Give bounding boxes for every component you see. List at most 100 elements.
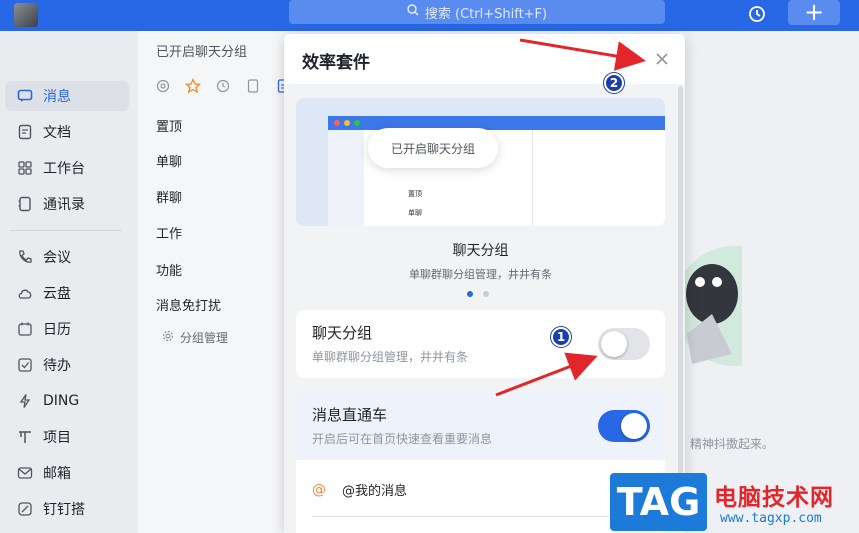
mention-label: @我的消息 <box>342 484 408 499</box>
mock-row: 单聊 <box>408 209 422 217</box>
gear-icon <box>162 330 174 345</box>
chat-group-toggle[interactable] <box>598 328 650 360</box>
plus-button[interactable]: + <box>788 0 840 25</box>
history-icon[interactable] <box>747 4 767 24</box>
sidebar-item-label: 会议 <box>43 250 71 266</box>
sidebar-item-label: 工作台 <box>43 161 85 177</box>
at-icon: @ <box>312 481 326 498</box>
group-item[interactable]: 功能 <box>156 260 182 279</box>
sidebar-item-ding[interactable]: DING <box>5 386 129 416</box>
filter-icons <box>154 77 292 95</box>
group-manage-button[interactable]: 分组管理 <box>162 329 228 346</box>
setting-title: 消息直通车 <box>312 406 388 424</box>
sidebar-item-label: 邮箱 <box>43 466 71 482</box>
clock-icon[interactable] <box>214 77 232 95</box>
efficiency-suite-dialog: 效率套件 置顶 单聊 已开启聊天分组 聊天分组 单聊群聊分组管理，井井有条 聊天… <box>284 34 685 533</box>
sidebar-item-docs[interactable]: 文档 <box>5 117 129 147</box>
mock-title-bar <box>328 116 665 130</box>
message-express-toggle[interactable] <box>598 410 650 442</box>
close-button[interactable] <box>653 50 671 68</box>
sidebar-item-label: 通讯录 <box>43 197 85 213</box>
setting-description: 单聊群聊分组管理，井井有条 <box>312 350 469 364</box>
search-input[interactable]: 搜索 (Ctrl+Shift+F) <box>289 0 665 24</box>
sidebar: 消息 文档 工作台 通讯录 会议 云盘 日历 待办 DING 项目 邮箱 钉钉搭 <box>0 31 138 533</box>
mock-divider <box>532 130 533 226</box>
group-status-title: 已开启聊天分组 <box>156 45 248 60</box>
mock-dot <box>354 120 360 126</box>
setting-description: 开启后可在首页快速查看重要消息 <box>312 432 493 446</box>
sidebar-item-label: 钉钉搭 <box>43 502 85 518</box>
dialog-title: 效率套件 <box>302 53 370 73</box>
sidebar-item-cloud[interactable]: 云盘 <box>5 278 129 308</box>
group-item[interactable]: 消息免打扰 <box>156 295 221 314</box>
top-bar: 搜索 (Ctrl+Shift+F) + <box>0 0 859 31</box>
step-badge-2: 2 <box>604 73 624 93</box>
carousel-pager <box>467 291 489 297</box>
ding-icon <box>17 393 33 409</box>
avatar[interactable] <box>14 3 38 27</box>
workbench-icon <box>17 160 33 176</box>
search-placeholder: 搜索 (Ctrl+Shift+F) <box>424 6 548 22</box>
sidebar-item-label: 日历 <box>43 322 71 338</box>
mock-dot <box>344 120 350 126</box>
toggle-knob <box>621 413 647 439</box>
setting-title: 聊天分组 <box>312 324 373 342</box>
group-manage-label: 分组管理 <box>180 331 229 345</box>
message-icon <box>17 88 33 104</box>
group-item[interactable]: 单聊 <box>156 151 182 170</box>
sidebar-item-mail[interactable]: 邮箱 <box>5 458 129 488</box>
toggle-knob <box>601 331 627 357</box>
sidebar-divider <box>10 230 122 231</box>
todo-icon <box>17 357 33 373</box>
sidebar-item-label: DING <box>43 393 80 409</box>
pager-dot[interactable] <box>467 291 473 297</box>
sidebar-item-todo[interactable]: 待办 <box>5 350 129 380</box>
dialog-header: 效率套件 <box>284 34 685 84</box>
conversation-list: 已开启聊天分组 置顶 单聊 群聊 工作 功能 消息免打扰 分组管理 <box>138 31 289 533</box>
star-icon[interactable] <box>184 77 202 95</box>
calendar-icon <box>17 321 33 337</box>
sidebar-item-label: 待办 <box>43 358 71 374</box>
setting-message-express: 消息直通车 开启后可在首页快速查看重要消息 <box>296 392 665 460</box>
sidebar-item-project[interactable]: 项目 <box>5 422 129 452</box>
sidebar-item-builder[interactable]: 钉钉搭 <box>5 494 129 524</box>
sidebar-item-meeting[interactable]: 会议 <box>5 242 129 272</box>
feature-description: 单聊群聊分组管理，井井有条 <box>409 268 552 281</box>
setting-chat-group: 聊天分组 单聊群聊分组管理，井井有条 <box>296 310 665 378</box>
search-icon <box>407 4 419 20</box>
sidebar-item-label: 消息 <box>43 89 71 105</box>
mention-messages-item[interactable]: @ @我的消息 <box>312 480 408 500</box>
step-badge-1: 1 <box>551 327 571 347</box>
sidebar-item-workbench[interactable]: 工作台 <box>5 153 129 183</box>
sidebar-item-messages[interactable]: 消息 <box>5 81 129 111</box>
cloud-icon <box>17 285 33 301</box>
mock-dot <box>334 120 340 126</box>
document-icon <box>17 124 33 140</box>
plus-icon: + <box>803 0 825 26</box>
sidebar-item-calendar[interactable]: 日历 <box>5 314 129 344</box>
watermark-url: www.tagxp.com <box>720 511 822 526</box>
group-item[interactable]: 群聊 <box>156 187 182 206</box>
sidebar-item-contacts[interactable]: 通讯录 <box>5 189 129 219</box>
at-icon[interactable] <box>154 77 172 95</box>
contacts-icon <box>17 196 33 212</box>
mail-icon <box>17 465 33 481</box>
meeting-icon <box>17 249 33 265</box>
sidebar-item-label: 文档 <box>43 125 71 141</box>
group-item[interactable]: 工作 <box>156 223 182 242</box>
bookmark-icon[interactable] <box>244 77 262 95</box>
watermark-logo: TAG <box>610 473 707 531</box>
preview-bubble: 已开启聊天分组 <box>368 128 498 168</box>
sidebar-item-label: 项目 <box>43 430 71 446</box>
scrollbar[interactable] <box>678 86 683 526</box>
group-item[interactable]: 置顶 <box>156 116 182 135</box>
mock-row: 置顶 <box>408 190 422 198</box>
sidebar-item-label: 云盘 <box>43 286 71 302</box>
feature-preview-card: 置顶 单聊 已开启聊天分组 <box>296 98 665 226</box>
feature-title: 聊天分组 <box>452 243 509 259</box>
mock-sidebar <box>328 130 364 226</box>
watermark-title: 电脑技术网 <box>714 485 834 511</box>
pager-dot[interactable] <box>483 291 489 297</box>
empty-caption: 精神抖擞起来。 <box>690 437 775 451</box>
project-icon <box>17 429 33 445</box>
